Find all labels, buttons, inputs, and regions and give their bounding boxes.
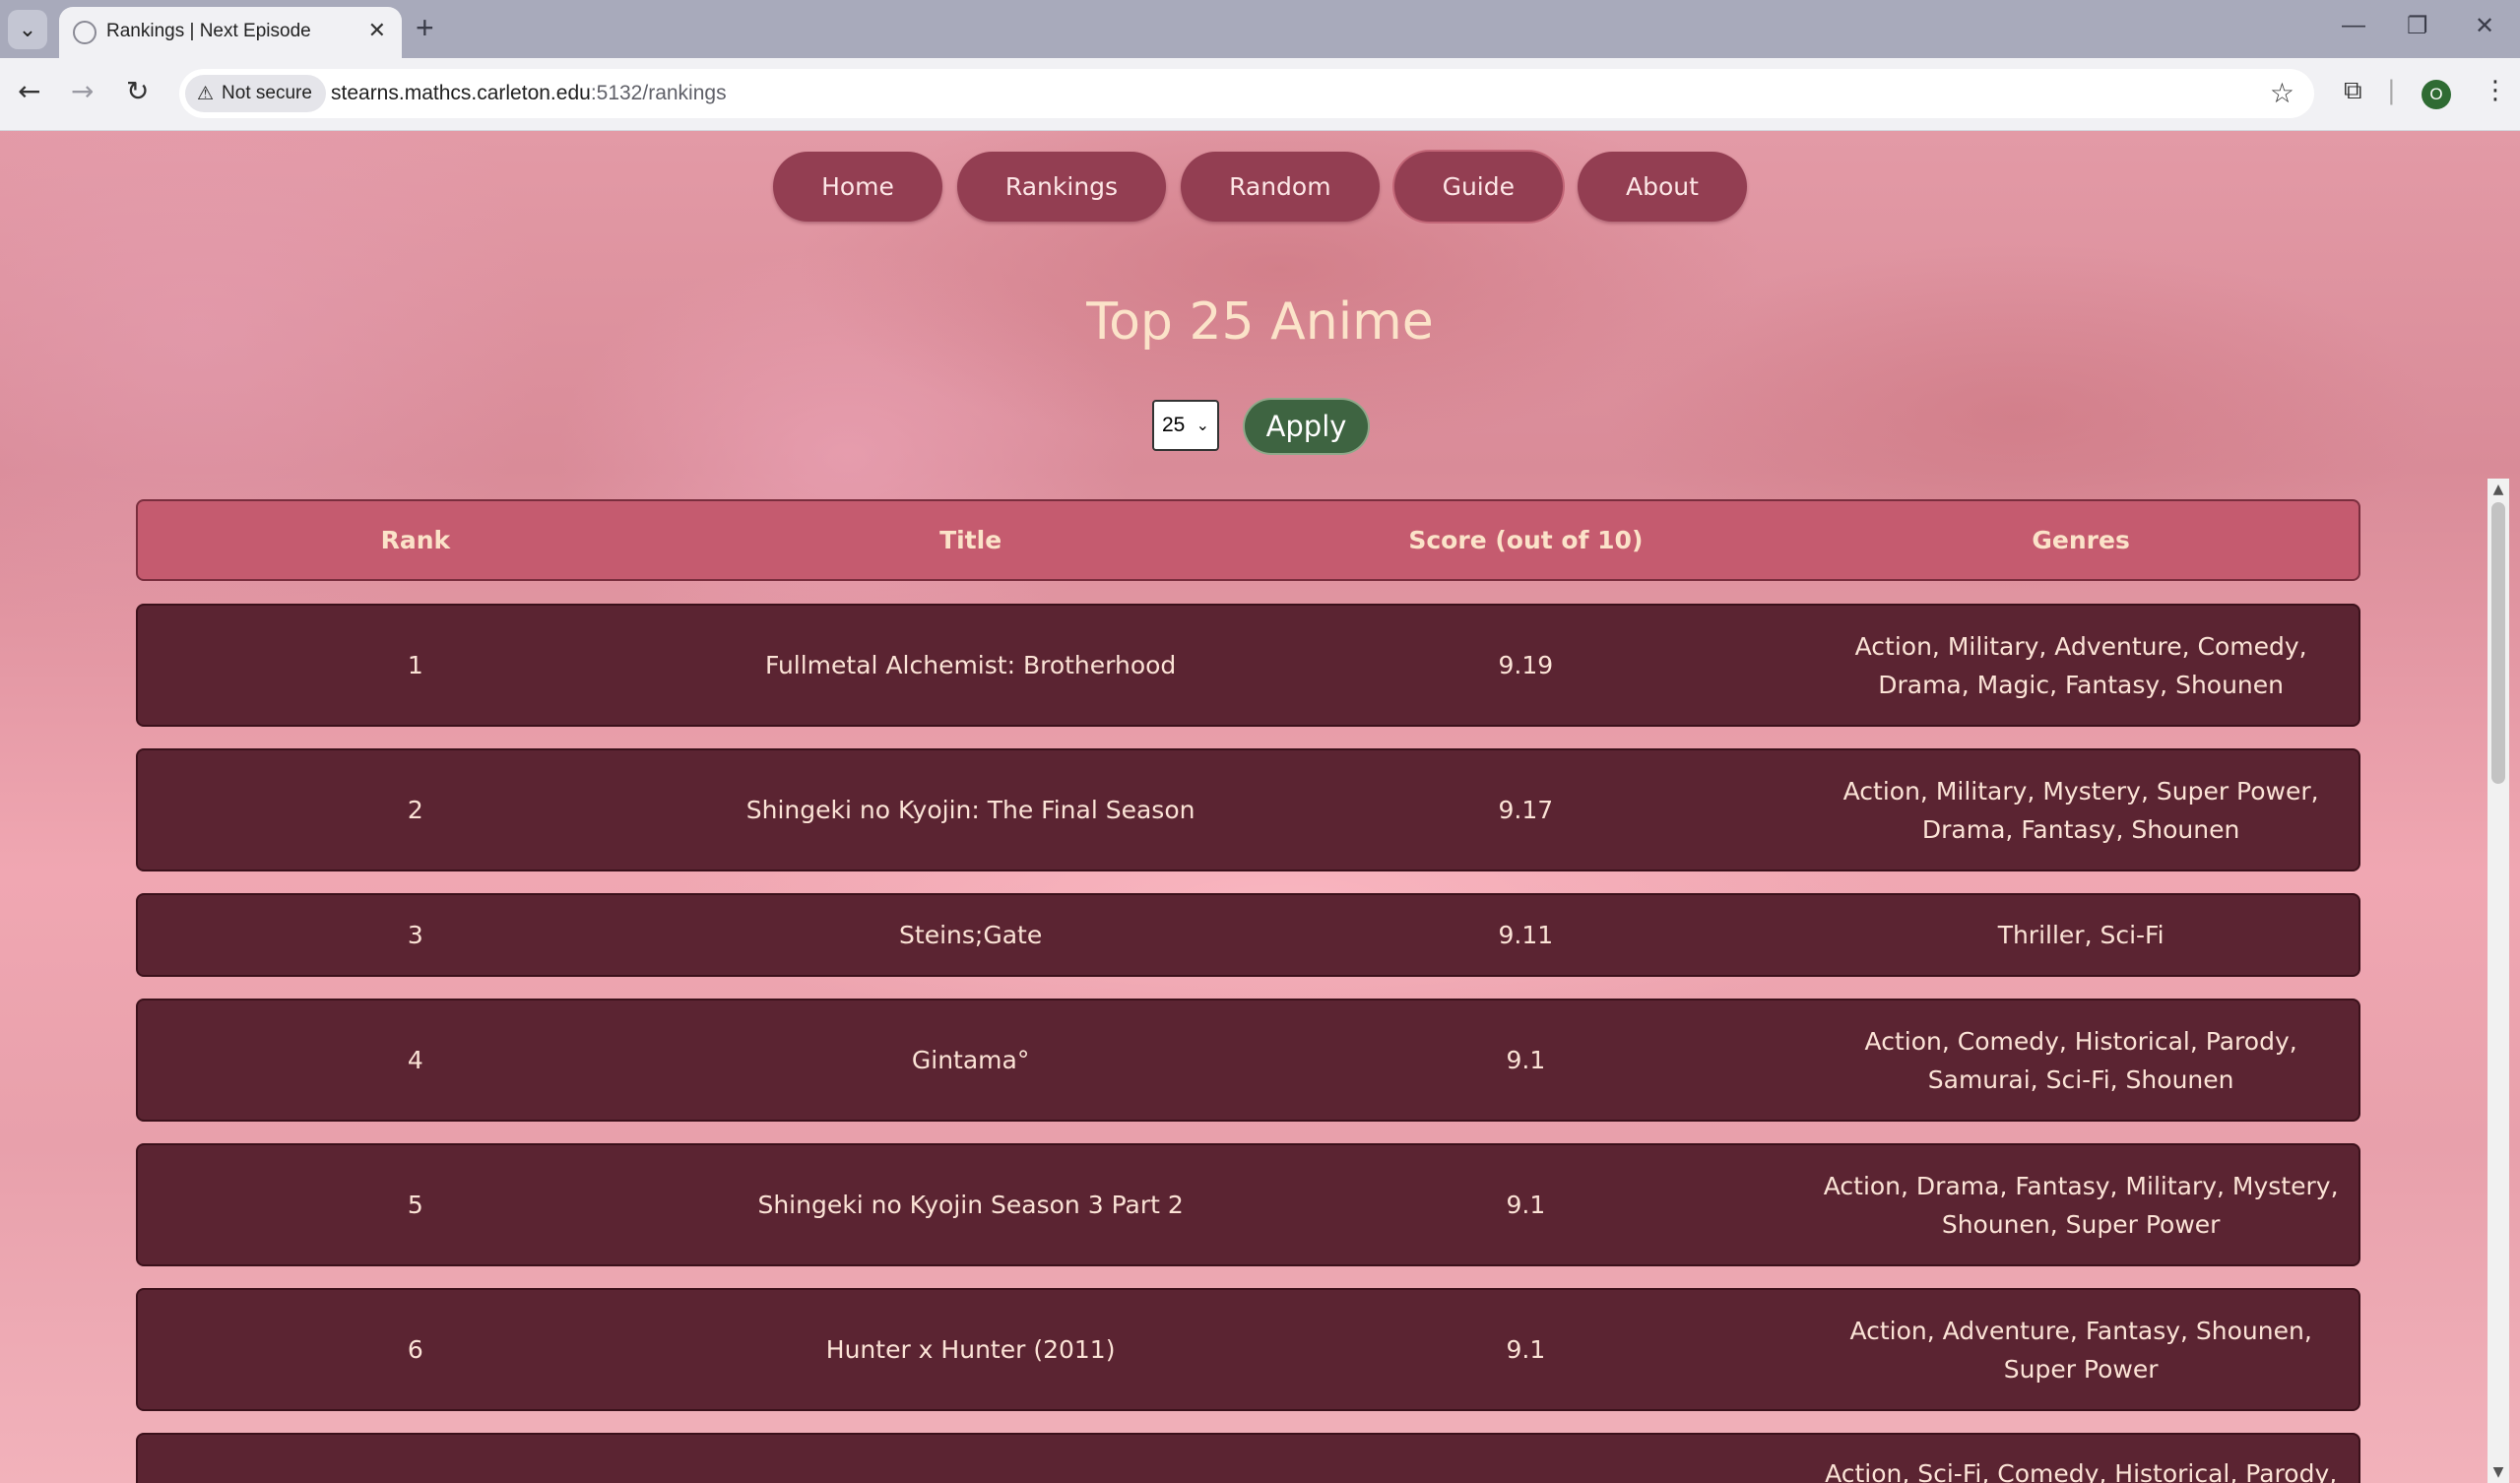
toolbar-divider: |	[2387, 76, 2396, 105]
menu-icon[interactable]: ⋮	[2483, 76, 2508, 105]
row-rank: 2	[407, 796, 423, 824]
site-nav: Home Rankings Random Guide About	[0, 152, 2520, 222]
row-score: 9.1	[1506, 1335, 1546, 1364]
row-rank: 5	[407, 1191, 423, 1219]
row-title: Shingeki no Kyojin Season 3 Part 2	[757, 1191, 1184, 1219]
table-row: 1 Fullmetal Alchemist: Brotherhood 9.19 …	[136, 604, 2360, 727]
browser-tab-bar: ⌄ Rankings | Next Episode ✕ + — ❐ ✕	[0, 0, 2520, 58]
row-title: Fullmetal Alchemist: Brotherhood	[764, 651, 1177, 679]
row-genres: Action, Military, Adventure, Comedy, Dra…	[1854, 631, 2307, 699]
row-score: 9.1	[1506, 1191, 1546, 1219]
nav-about-button[interactable]: About	[1578, 152, 1747, 222]
security-label: Not secure	[222, 83, 312, 103]
table-row: Action, Sci-Fi, Comedy, Historical, Paro…	[136, 1433, 2360, 1483]
header-title: Title	[939, 526, 1002, 554]
row-rank: 6	[407, 1335, 423, 1364]
apply-button[interactable]: Apply	[1245, 400, 1368, 453]
row-rank: 1	[407, 651, 423, 679]
close-tab-icon[interactable]: ✕	[368, 18, 386, 43]
url-host: stearns.mathcs.carleton.edu	[331, 82, 591, 104]
new-tab-button[interactable]: +	[416, 12, 434, 43]
row-score: 9.11	[1498, 921, 1554, 949]
scroll-down-arrow-icon[interactable]: ▼	[2488, 1461, 2509, 1483]
table-row: 4 Gintama° 9.1 Action, Comedy, Historica…	[136, 999, 2360, 1122]
globe-icon	[73, 21, 97, 44]
warning-icon: ⚠	[197, 83, 215, 104]
chevron-down-icon: ⌄	[18, 17, 37, 42]
ranking-controls: 25 ⌄ Apply	[0, 400, 2520, 453]
row-genres: Action, Adventure, Fantasy, Shounen, Sup…	[1849, 1316, 2312, 1384]
nav-guide-button[interactable]: Guide	[1393, 152, 1563, 222]
row-genres: Action, Sci-Fi, Comedy, Historical, Paro…	[1825, 1459, 2338, 1483]
reload-icon[interactable]: ↻	[126, 74, 149, 109]
row-genres: Action, Comedy, Historical, Parody, Samu…	[1864, 1026, 2297, 1094]
restore-icon[interactable]: ❐	[2407, 12, 2428, 40]
page-scrollbar[interactable]: ▲ ▼	[2488, 479, 2509, 1483]
row-genres: Thriller, Sci-Fi	[1997, 921, 2165, 949]
active-tab[interactable]: Rankings | Next Episode ✕	[59, 7, 402, 58]
tab-search-button[interactable]: ⌄	[8, 10, 47, 49]
row-title: Steins;Gate	[899, 921, 1043, 949]
row-score: 9.19	[1498, 651, 1554, 679]
row-genres: Action, Military, Mystery, Super Power, …	[1842, 776, 2319, 844]
browser-toolbar: ← → ↻ ⚠ Not secure stearns.mathcs.carlet…	[0, 58, 2520, 131]
row-rank: 3	[407, 921, 423, 949]
tab-title: Rankings | Next Episode	[106, 21, 311, 41]
nav-home-button[interactable]: Home	[773, 152, 942, 222]
count-select[interactable]: 25 ⌄	[1152, 400, 1219, 451]
scroll-up-arrow-icon[interactable]: ▲	[2488, 479, 2509, 500]
page-title: Top 25 Anime	[1086, 292, 1434, 352]
header-score: Score (out of 10)	[1408, 526, 1644, 554]
row-title: Shingeki no Kyojin: The Final Season	[745, 796, 1195, 824]
row-rank: 4	[407, 1046, 423, 1074]
count-select-value: 25	[1162, 414, 1186, 436]
rankings-table: Rank Title Score (out of 10) Genres 1 Fu…	[136, 499, 2360, 1483]
table-row: 5 Shingeki no Kyojin Season 3 Part 2 9.1…	[136, 1143, 2360, 1266]
row-score: 9.17	[1498, 796, 1554, 824]
site-info-button[interactable]: ⚠ Not secure	[185, 75, 326, 112]
table-header: Rank Title Score (out of 10) Genres	[136, 499, 2360, 581]
scrollbar-thumb[interactable]	[2491, 502, 2505, 784]
header-genres: Genres	[2032, 526, 2130, 554]
row-score: 9.1	[1506, 1046, 1546, 1074]
chevron-down-icon: ⌄	[1195, 418, 1209, 434]
extensions-icon[interactable]: ⧉	[2344, 76, 2362, 106]
row-title: Gintama°	[911, 1046, 1030, 1074]
row-title: Hunter x Hunter (2011)	[825, 1335, 1116, 1364]
nav-random-button[interactable]: Random	[1181, 152, 1380, 222]
minimize-icon[interactable]: —	[2342, 12, 2365, 39]
url-text[interactable]: stearns.mathcs.carleton.edu:5132/ranking…	[331, 82, 727, 105]
table-row: 3 Steins;Gate 9.11 Thriller, Sci-Fi	[136, 893, 2360, 977]
forward-icon[interactable]: →	[71, 74, 94, 109]
table-row: 2 Shingeki no Kyojin: The Final Season 9…	[136, 748, 2360, 871]
header-rank: Rank	[380, 526, 451, 554]
bookmark-star-icon[interactable]: ☆	[2270, 77, 2294, 109]
nav-rankings-button[interactable]: Rankings	[956, 152, 1167, 222]
close-window-icon[interactable]: ✕	[2475, 12, 2494, 40]
row-genres: Action, Drama, Fantasy, Military, Myster…	[1823, 1171, 2339, 1239]
back-icon[interactable]: ←	[18, 74, 40, 109]
url-path: :5132/rankings	[590, 82, 727, 104]
profile-avatar[interactable]: O	[2422, 80, 2451, 109]
page-content: Home Rankings Random Guide About Top 25 …	[0, 131, 2520, 1483]
address-bar[interactable]: ⚠ Not secure stearns.mathcs.carleton.edu…	[179, 69, 2314, 118]
table-row: 6 Hunter x Hunter (2011) 9.1 Action, Adv…	[136, 1288, 2360, 1411]
